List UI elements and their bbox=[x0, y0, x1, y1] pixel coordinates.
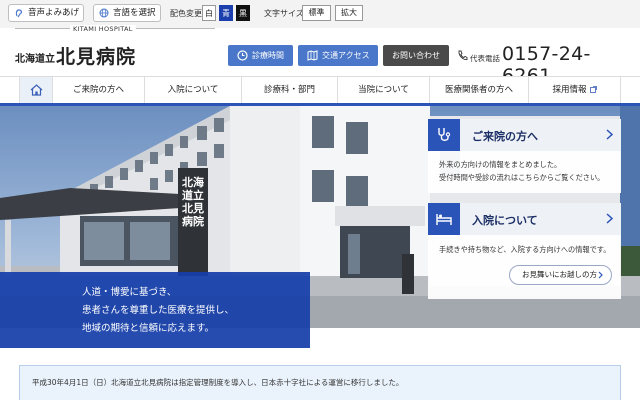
nav-item-visitors[interactable]: ご来院の方へ bbox=[53, 77, 145, 103]
clock-icon bbox=[237, 50, 248, 61]
voice-read-label: 音声よみあげ bbox=[28, 8, 80, 18]
chevron-right-icon bbox=[606, 213, 613, 224]
color-change-label: 配色変更 bbox=[170, 9, 202, 18]
nav-item-recruitment-label: 採用情報 bbox=[552, 85, 587, 95]
visitor-info-link-label: お見舞いにお越しの方 bbox=[522, 270, 597, 279]
text-size-large-button[interactable]: 拡大 bbox=[335, 5, 363, 21]
slogan-line-2: 患者さんを尊重した医療を提供し、 bbox=[82, 305, 235, 316]
hero-slogan: 人道・博愛に基づき、 患者さんを尊重した医療を提供し、 地域の期待と信頼に応えま… bbox=[0, 272, 310, 348]
chevron-right-icon bbox=[606, 129, 613, 140]
map-icon bbox=[307, 50, 318, 61]
brand-prefix: 北海道立 bbox=[15, 54, 55, 65]
color-white-button[interactable]: 白 bbox=[202, 5, 216, 21]
nav-item-departments[interactable]: 診療科・部門 bbox=[242, 77, 338, 103]
nav-item-admission[interactable]: 入院について bbox=[145, 77, 242, 103]
card-admission-icon-box bbox=[428, 203, 460, 235]
consultation-hours-label: 診療時間 bbox=[252, 51, 284, 60]
nav-item-about[interactable]: 当院について bbox=[338, 77, 430, 103]
access-button[interactable]: 交通アクセス bbox=[298, 45, 378, 66]
card-visitors-desc: 外来の方向けの情報をまとめました。 受付時間や受診の流れはこちらからご覧ください… bbox=[439, 158, 617, 184]
access-label: 交通アクセス bbox=[322, 51, 370, 60]
ear-icon bbox=[15, 9, 22, 18]
card-visitors-title: ご来院の方へ bbox=[472, 130, 538, 143]
text-size-standard-button[interactable]: 標準 bbox=[302, 5, 331, 21]
card-visitors-desc-line-2: 受付時間や受診の流れはこちらからご覧ください。 bbox=[439, 173, 605, 182]
main-nav: ご来院の方へ 入院について 診療科・部門 当院について 医療関係者の方へ 採用情… bbox=[0, 76, 640, 106]
phone-label: 代表電話 bbox=[470, 54, 500, 63]
nav-home[interactable] bbox=[19, 77, 53, 103]
color-blue-button[interactable]: 青 bbox=[219, 5, 233, 21]
stethoscope-icon bbox=[438, 128, 451, 141]
card-visitors-icon-box bbox=[428, 119, 460, 151]
language-select-label: 言語を選択 bbox=[113, 8, 156, 18]
chevron-right-icon bbox=[598, 271, 603, 279]
language-select-button[interactable]: 言語を選択 bbox=[93, 4, 161, 22]
utility-bar: 音声よみあげ 言語を選択 配色変更 白 青 黒 文字サイズ 標準 拡大 bbox=[0, 0, 640, 28]
contact-label: お問い合わせ bbox=[392, 51, 440, 60]
brand-name[interactable]: 北見病院 bbox=[56, 42, 136, 69]
card-visitors-header[interactable]: ご来院の方へ bbox=[428, 119, 621, 151]
consultation-hours-button[interactable]: 診療時間 bbox=[228, 45, 293, 66]
card-visitors-desc-line-1: 外来の方向けの情報をまとめました。 bbox=[439, 160, 562, 169]
home-icon bbox=[30, 84, 43, 96]
card-admission-desc: 手続きや持ち物など、入院する方向けへの情報です。 bbox=[439, 245, 611, 254]
globe-icon bbox=[99, 8, 109, 18]
slogan-line-1: 人道・博愛に基づき、 bbox=[82, 287, 177, 298]
hospital-sign-text: 北海道立北見病院 bbox=[182, 176, 204, 228]
bed-icon bbox=[436, 214, 452, 225]
text-size-label: 文字サイズ bbox=[264, 9, 304, 18]
slogan-line-3: 地域の期待と信頼に応えます。 bbox=[82, 323, 215, 334]
nav-item-medical-professionals[interactable]: 医療関係者の方へ bbox=[430, 77, 529, 103]
visitor-info-link[interactable]: お見舞いにお越しの方 bbox=[509, 265, 612, 285]
card-visitors[interactable]: ご来院の方へ 外来の方向けの情報をまとめました。 受付時間や受診の流れはこちらか… bbox=[428, 119, 621, 193]
english-name: KITAMI HOSPITAL bbox=[70, 25, 136, 33]
external-link-icon bbox=[589, 86, 597, 93]
contact-button[interactable]: お問い合わせ bbox=[383, 45, 449, 66]
card-admission-title: 入院について bbox=[472, 214, 538, 227]
phone-icon bbox=[458, 50, 468, 60]
card-admission-header[interactable]: 入院について bbox=[428, 203, 621, 235]
card-admission[interactable]: 入院について 手続きや持ち物など、入院する方向けへの情報です。 お見舞いにお越し… bbox=[428, 203, 621, 299]
nav-item-recruitment[interactable]: 採用情報 bbox=[529, 77, 621, 103]
color-black-button[interactable]: 黒 bbox=[236, 5, 250, 21]
hospital-sign: 北海道立北見病院 bbox=[182, 176, 204, 228]
voice-read-button[interactable]: 音声よみあげ bbox=[8, 4, 85, 22]
notice-box: 平成30年4月1日（日）北海道立北見病院は指定管理制度を導入し、日本赤十字社によ… bbox=[19, 365, 621, 400]
notice-text: 平成30年4月1日（日）北海道立北見病院は指定管理制度を導入し、日本赤十字社によ… bbox=[32, 378, 404, 387]
